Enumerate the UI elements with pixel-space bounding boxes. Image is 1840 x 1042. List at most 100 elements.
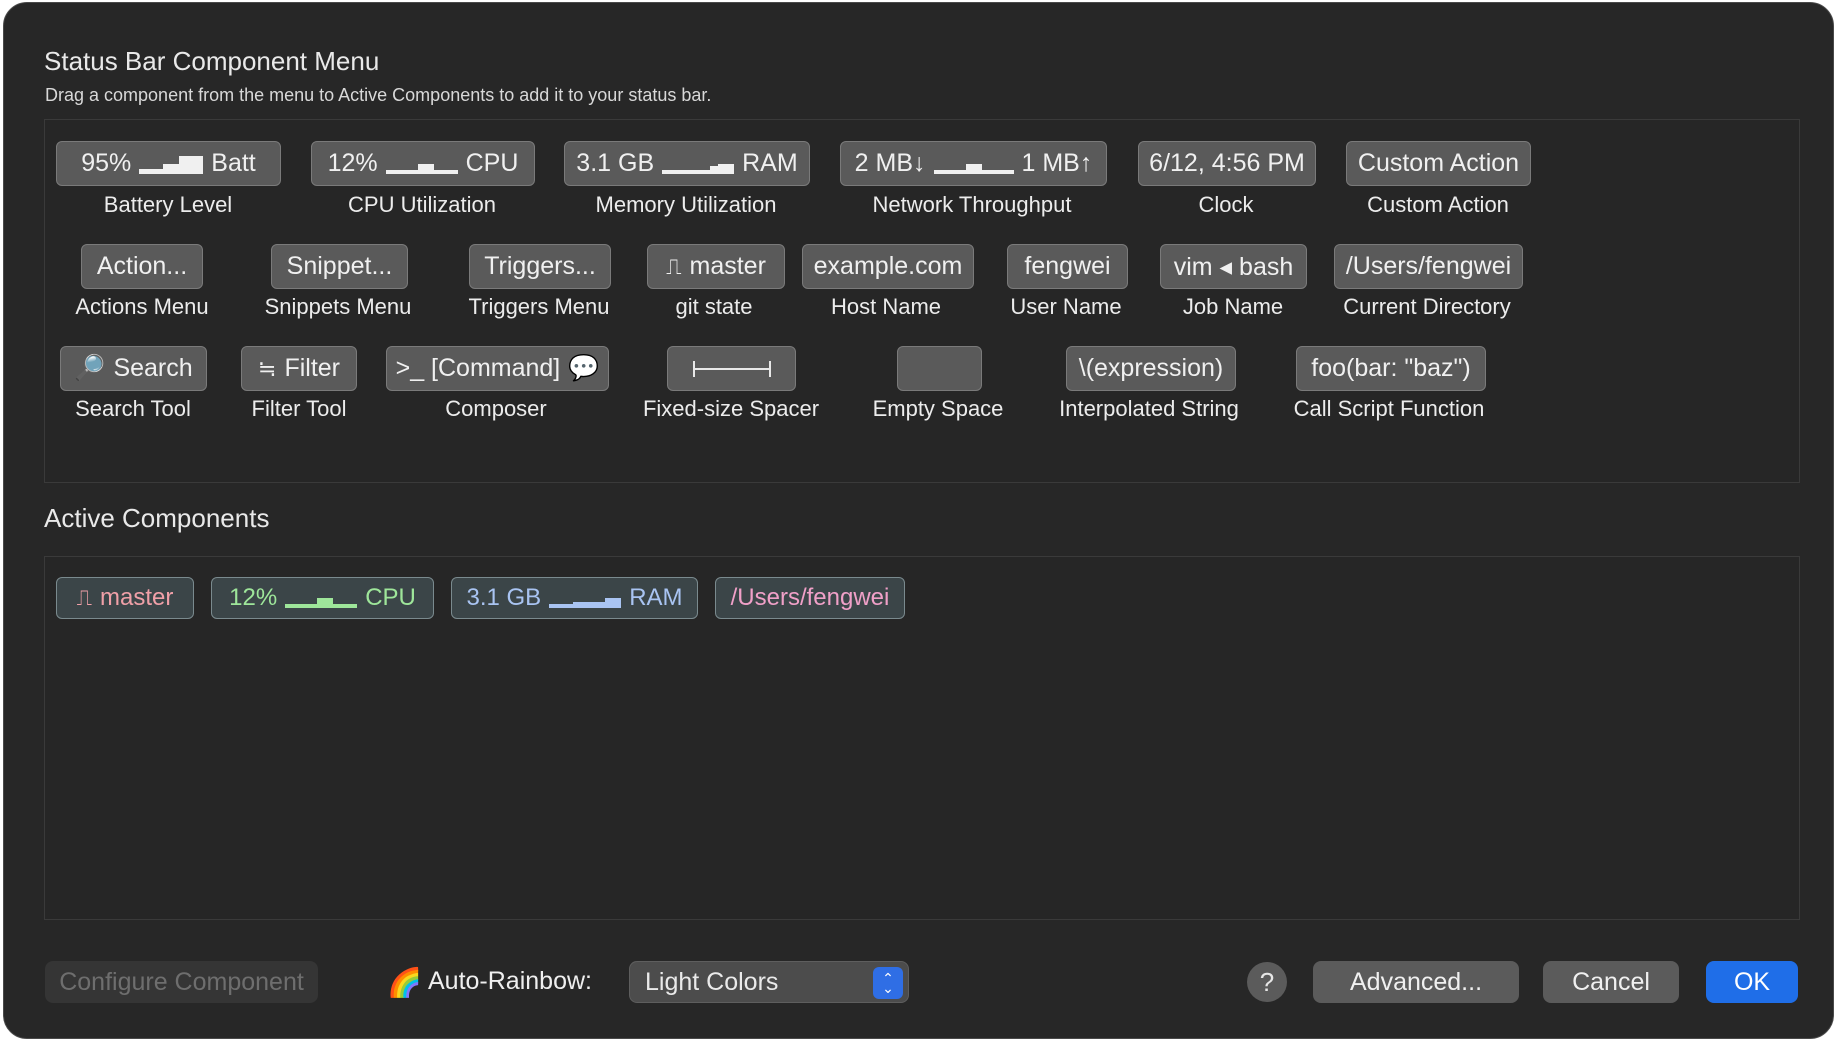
status-bar-config-window: Status Bar Component Menu Drag a compone…: [3, 2, 1834, 1039]
active-current-directory-chip[interactable]: /Users/fengwei: [715, 577, 905, 619]
triggers-menu-label: Triggers Menu: [468, 294, 610, 319]
chip-suffix: CPU: [365, 584, 416, 611]
configure-component-button[interactable]: Configure Component: [45, 961, 318, 1003]
active-git-state-chip[interactable]: ⎍ master: [56, 577, 194, 619]
menu-subtitle: Drag a component from the menu to Active…: [45, 85, 712, 105]
cpu-utilization-label: CPU Utilization: [348, 192, 496, 217]
chip-text: foo(bar: "baz"): [1311, 354, 1471, 382]
git-state-label: git state: [675, 294, 753, 319]
actions-menu-chip[interactable]: Action...: [81, 244, 203, 289]
custom-action-component-chip[interactable]: Custom Action: [1346, 141, 1531, 186]
battery-component-chip[interactable]: 95% Batt: [56, 141, 281, 186]
chip-text: fengwei: [1024, 252, 1111, 280]
chip-text: Action...: [96, 252, 188, 280]
chip-text: /Users/fengwei: [730, 584, 890, 611]
memory-utilization-label: Memory Utilization: [595, 192, 777, 217]
select-value: Light Colors: [645, 967, 779, 996]
battery-sparkline-icon: [139, 154, 204, 174]
job-name-label: Job Name: [1182, 294, 1284, 319]
cpu-component-chip[interactable]: 12% CPU: [311, 141, 535, 186]
fixed-size-spacer-chip[interactable]: [667, 346, 796, 391]
host-name-chip[interactable]: example.com: [802, 244, 974, 289]
custom-action-label: Custom Action: [1367, 192, 1509, 217]
git-state-chip[interactable]: ⎍ master: [647, 244, 785, 289]
ok-button[interactable]: OK: [1706, 961, 1798, 1003]
composer-label: Composer: [445, 396, 547, 421]
snippets-menu-chip[interactable]: Snippet...: [271, 244, 408, 289]
actions-menu-label: Actions Menu: [75, 294, 209, 319]
clock-component-chip[interactable]: 6/12, 4:56 PM: [1138, 141, 1316, 186]
chip-text: /Users/fengwei: [1345, 252, 1512, 280]
chip-text: Custom Action: [1357, 149, 1520, 177]
memory-component-chip[interactable]: 3.1 GB RAM: [564, 141, 810, 186]
auto-rainbow-select[interactable]: Light Colors ⌃ ⌄: [629, 961, 909, 1003]
memory-sparkline-icon: [662, 154, 735, 174]
job-name-chip[interactable]: vim ◂ bash: [1160, 244, 1307, 289]
active-memory-chip[interactable]: 3.1 GB RAM: [451, 577, 698, 619]
snippets-menu-label: Snippets Menu: [264, 294, 412, 319]
battery-level-label: Battery Level: [103, 192, 233, 217]
chip-text: \(expression): [1078, 354, 1224, 382]
composer-chip[interactable]: >_ [Command] 💬: [386, 346, 609, 391]
chip-text: >_ [Command]: [395, 354, 561, 382]
chip-text: Search: [113, 354, 193, 382]
chip-suffix: 1 MB↑: [1021, 149, 1093, 177]
chip-text: master: [100, 584, 174, 611]
empty-space-chip[interactable]: [897, 346, 982, 391]
active-cpu-chip[interactable]: 12% CPU: [211, 577, 434, 619]
clock-label: Clock: [1198, 192, 1254, 217]
advanced-button[interactable]: Advanced...: [1313, 961, 1519, 1003]
cancel-button[interactable]: Cancel: [1543, 961, 1679, 1003]
chip-text: example.com: [813, 252, 963, 280]
network-sparkline-icon: [933, 154, 1014, 174]
search-tool-label: Search Tool: [75, 396, 191, 421]
chip-text: Filter: [284, 354, 341, 382]
network-throughput-label: Network Throughput: [872, 192, 1072, 217]
chip-text: 2 MB↓: [854, 149, 926, 177]
user-name-chip[interactable]: fengwei: [1007, 244, 1128, 289]
host-name-label: Host Name: [830, 294, 942, 319]
chip-text: 6/12, 4:56 PM: [1149, 149, 1305, 177]
help-button[interactable]: ?: [1247, 962, 1287, 1002]
cpu-sparkline-icon: [285, 588, 358, 608]
user-name-label: User Name: [1010, 294, 1122, 319]
menu-title: Status Bar Component Menu: [44, 46, 380, 76]
spacer-bracket-icon: [692, 360, 771, 377]
fixed-size-spacer-label: Fixed-size Spacer: [642, 396, 820, 421]
search-tool-chip[interactable]: 🔎 Search: [60, 346, 207, 391]
interpolated-string-chip[interactable]: \(expression): [1066, 346, 1236, 391]
chip-text: vim ◂ bash: [1173, 252, 1294, 281]
filter-tool-chip[interactable]: ≒ Filter: [241, 346, 357, 391]
chip-text: 3.1 GB: [576, 149, 655, 177]
filter-icon: ≒: [257, 355, 277, 381]
rainbow-icon: 🌈: [387, 967, 422, 998]
network-component-chip[interactable]: 2 MB↓ 1 MB↑: [840, 141, 1107, 186]
empty-space-label: Empty Space: [872, 396, 1004, 421]
speech-bubble-icon: 💬: [568, 354, 600, 382]
chip-text: 12%: [327, 149, 378, 177]
current-directory-label: Current Directory: [1343, 294, 1511, 319]
active-components-title: Active Components: [44, 503, 270, 533]
current-directory-chip[interactable]: /Users/fengwei: [1334, 244, 1523, 289]
git-branch-icon: ⎍: [666, 253, 682, 279]
chip-suffix: RAM: [742, 149, 798, 177]
chip-text: 12%: [229, 584, 278, 611]
triggers-menu-chip[interactable]: Triggers...: [469, 244, 611, 289]
memory-sparkline-icon: [549, 588, 622, 608]
chip-suffix: CPU: [465, 149, 519, 177]
chip-suffix: Batt: [211, 149, 256, 177]
active-components-area[interactable]: ⎍ master 12% CPU 3.1 GB RAM /Users/fengw…: [44, 556, 1800, 920]
updown-chevron-icon: ⌃ ⌄: [873, 967, 903, 999]
interpolated-string-label: Interpolated String: [1059, 396, 1239, 421]
magnifier-icon: 🔎: [74, 354, 106, 382]
chip-text: 95%: [81, 149, 132, 177]
call-script-function-label: Call Script Function: [1293, 396, 1485, 421]
filter-tool-label: Filter Tool: [251, 396, 347, 421]
git-branch-icon: ⎍: [76, 585, 93, 610]
chip-text: master: [689, 252, 766, 280]
chip-text: Triggers...: [484, 252, 596, 280]
call-script-function-chip[interactable]: foo(bar: "baz"): [1296, 346, 1486, 391]
chip-suffix: RAM: [629, 584, 683, 611]
auto-rainbow-label: Auto-Rainbow:: [428, 967, 592, 995]
cpu-sparkline-icon: [385, 154, 458, 174]
